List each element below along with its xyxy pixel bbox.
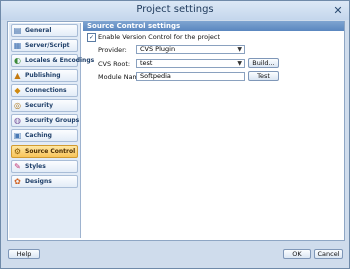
sidebar-item-label: Publishing: [25, 72, 61, 79]
cancel-button[interactable]: Cancel: [314, 249, 343, 259]
security-icon: ◎: [14, 101, 21, 110]
styles-icon: ✎: [14, 162, 21, 171]
sidebar-item-label: Source Control: [25, 148, 76, 155]
build-button[interactable]: Build...: [248, 58, 279, 68]
project-settings-window: Project settings ✕ ▤ General ▦ Server/Sc…: [0, 0, 350, 269]
sidebar-item-general[interactable]: ▤ General: [11, 24, 78, 37]
server-script-icon: ▦: [13, 41, 22, 50]
chevron-down-icon: ▼: [237, 60, 242, 67]
title-bar: Project settings ✕: [1, 1, 349, 20]
publishing-icon: ▲: [14, 71, 21, 80]
sidebar-item-label: Server/Script: [25, 42, 70, 49]
sidebar-item-label: Security Groups: [25, 117, 80, 124]
cvs-root-value: test: [140, 59, 153, 67]
source-control-icon: ⚙: [13, 147, 22, 156]
sidebar-item-caching[interactable]: ▣ Caching: [11, 129, 78, 142]
general-icon: ▤: [13, 26, 22, 35]
sidebar-item-security-groups[interactable]: ◍ Security Groups: [11, 114, 80, 127]
module-name-value: Softpedia: [140, 72, 171, 80]
sidebar-item-label: Connections: [25, 87, 67, 94]
help-button[interactable]: Help: [8, 249, 40, 259]
panel-header: Source Control settings: [83, 21, 344, 31]
test-button[interactable]: Test: [248, 71, 279, 81]
sidebar-item-label: Styles: [25, 163, 46, 170]
sidebar-item-label: Designs: [25, 178, 52, 185]
enable-version-control-checkbox[interactable]: ✓: [87, 33, 96, 42]
sidebar-item-connections[interactable]: ◆ Connections: [11, 84, 78, 97]
close-icon[interactable]: ✕: [331, 4, 345, 17]
sidebar-item-publishing[interactable]: ▲ Publishing: [11, 69, 78, 82]
provider-value: CVS Plugin: [140, 45, 176, 53]
designs-icon: ✿: [14, 177, 21, 186]
module-name-input[interactable]: Softpedia: [136, 72, 245, 81]
sidebar-item-label: General: [25, 27, 52, 34]
provider-dropdown[interactable]: CVS Plugin ▼: [136, 45, 245, 54]
panel-title: Source Control settings: [87, 22, 181, 30]
sidebar-item-label: Security: [25, 102, 54, 109]
provider-label: Provider:: [98, 46, 127, 54]
sidebar-item-styles[interactable]: ✎ Styles: [11, 160, 78, 173]
connections-icon: ◆: [14, 86, 21, 95]
settings-content: ▤ General ▦ Server/Script ◐ Locales & En…: [7, 21, 345, 241]
settings-sidebar: ▤ General ▦ Server/Script ◐ Locales & En…: [9, 23, 94, 238]
cvs-root-combobox[interactable]: test ▼: [136, 59, 245, 68]
locales-icon: ◐: [14, 56, 21, 65]
sidebar-item-designs[interactable]: ✿ Designs: [11, 175, 78, 188]
caching-icon: ▣: [13, 131, 22, 140]
sidebar-item-locales-encodings[interactable]: ◐ Locales & Encodings: [11, 54, 94, 67]
sidebar-item-security[interactable]: ◎ Security: [11, 99, 78, 112]
cvs-root-label: CVS Root:: [98, 60, 131, 68]
sidebar-item-label: Locales & Encodings: [25, 57, 95, 64]
sidebar-item-source-control[interactable]: ⚙ Source Control: [11, 145, 78, 158]
window-title: Project settings: [136, 4, 214, 15]
sidebar-item-label: Caching: [25, 132, 52, 139]
security-groups-icon: ◍: [14, 116, 21, 125]
sidebar-item-server-script[interactable]: ▦ Server/Script: [11, 39, 78, 52]
enable-version-control-label: Enable Version Control for the project: [98, 33, 221, 41]
chevron-down-icon: ▼: [237, 46, 242, 53]
ok-button[interactable]: OK: [283, 249, 311, 259]
